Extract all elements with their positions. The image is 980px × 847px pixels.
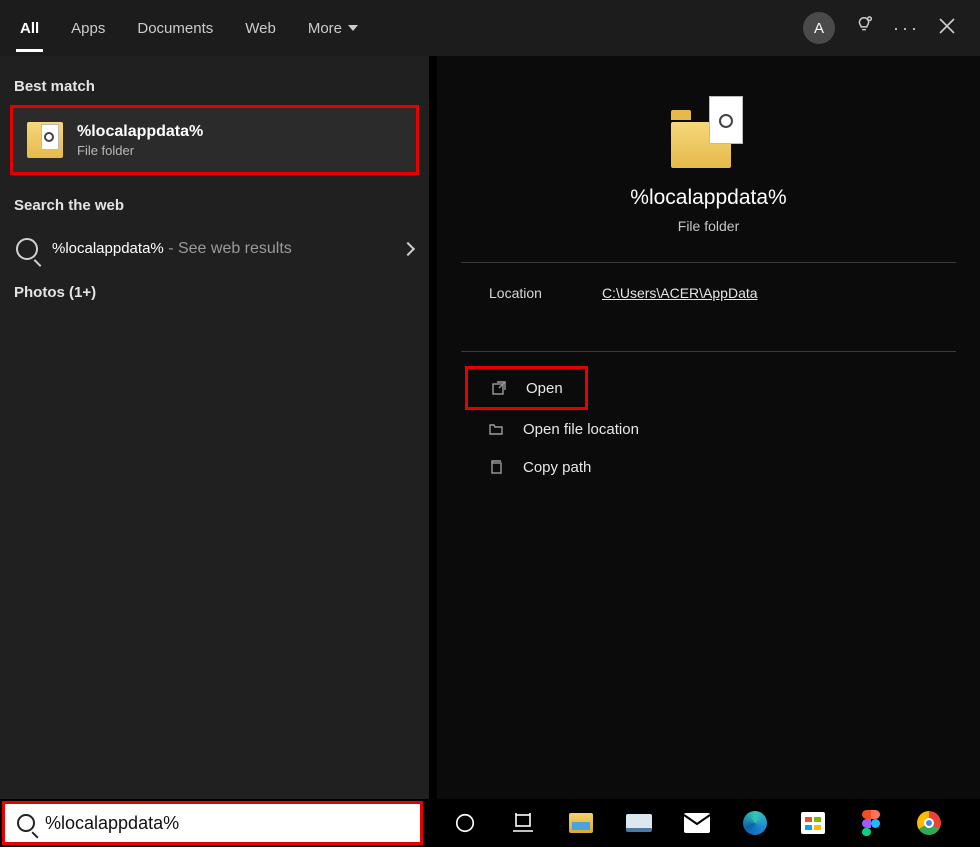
more-options-icon[interactable]: ··· <box>893 18 920 39</box>
tab-label: Web <box>245 20 276 37</box>
search-box[interactable] <box>2 801 423 845</box>
action-label: Open <box>526 380 563 397</box>
edge-icon[interactable] <box>741 809 769 837</box>
tab-documents[interactable]: Documents <box>121 0 229 56</box>
tab-label: Apps <box>71 20 105 37</box>
action-open-file-location[interactable]: Open file location <box>461 410 956 448</box>
microsoft-store-icon[interactable] <box>799 809 827 837</box>
preview-folder-icon <box>671 96 747 168</box>
search-input[interactable] <box>45 813 408 834</box>
best-match-item[interactable]: %localappdata% File folder <box>10 105 419 175</box>
workarea: Best match %localappdata% File folder Se… <box>0 56 980 799</box>
action-label: Open file location <box>523 421 639 438</box>
close-icon[interactable] <box>938 17 956 40</box>
taskbar-icons <box>451 809 943 837</box>
tab-label: Documents <box>137 20 213 37</box>
location-label: Location <box>489 285 542 301</box>
figma-icon[interactable] <box>857 809 885 837</box>
preview-title: %localappdata% <box>630 186 786 210</box>
tab-label: More <box>308 20 342 37</box>
action-copy-path[interactable]: Copy path <box>461 448 956 486</box>
location-row: Location C:\Users\ACER\AppData <box>461 263 956 323</box>
tab-all[interactable]: All <box>4 0 55 56</box>
divider <box>461 351 956 352</box>
actions-list: Open Open file location Copy path <box>461 360 956 492</box>
tab-apps[interactable]: Apps <box>55 0 121 56</box>
task-view-icon[interactable] <box>509 809 537 837</box>
tabs-container: All Apps Documents Web More <box>4 0 374 56</box>
tab-web[interactable]: Web <box>229 0 292 56</box>
best-match-subtitle: File folder <box>77 143 203 158</box>
chevron-down-icon <box>348 25 358 31</box>
section-photos[interactable]: Photos (1+) <box>0 274 429 311</box>
web-result-hint: - See web results <box>164 240 292 257</box>
header-right: A ··· <box>803 12 976 44</box>
search-icon <box>17 814 35 832</box>
file-explorer-icon[interactable] <box>567 809 595 837</box>
best-match-text: %localappdata% File folder <box>77 123 203 158</box>
avatar-initial: A <box>814 20 824 37</box>
action-label: Copy path <box>523 459 591 476</box>
web-result-text: %localappdata% - See web results <box>52 240 292 258</box>
preview-pane: %localappdata% File folder Location C:\U… <box>429 56 980 799</box>
folder-icon <box>27 122 63 158</box>
best-match-title: %localappdata% <box>77 123 203 141</box>
section-search-web: Search the web <box>0 187 429 224</box>
chrome-icon[interactable] <box>915 809 943 837</box>
feedback-icon[interactable] <box>853 15 875 42</box>
chevron-right-icon <box>401 242 415 256</box>
search-icon <box>16 238 38 260</box>
tab-label: All <box>20 20 39 37</box>
web-result-row[interactable]: %localappdata% - See web results <box>0 224 429 274</box>
folder-location-icon <box>487 420 505 438</box>
action-open[interactable]: Open <box>465 366 588 410</box>
results-pane: Best match %localappdata% File folder Se… <box>0 56 429 799</box>
location-value[interactable]: C:\Users\ACER\AppData <box>602 285 758 301</box>
cortana-icon[interactable] <box>451 809 479 837</box>
header-tabbar: All Apps Documents Web More A ··· <box>0 0 980 56</box>
section-best-match: Best match <box>0 68 429 105</box>
keyboard-icon[interactable] <box>625 809 653 837</box>
user-avatar[interactable]: A <box>803 12 835 44</box>
mail-icon[interactable] <box>683 809 711 837</box>
copy-icon <box>487 458 505 476</box>
preview-subtitle: File folder <box>678 218 739 234</box>
web-result-query: %localappdata% <box>52 240 164 257</box>
open-icon <box>490 379 508 397</box>
taskbar <box>0 799 980 847</box>
tab-more[interactable]: More <box>292 0 374 56</box>
